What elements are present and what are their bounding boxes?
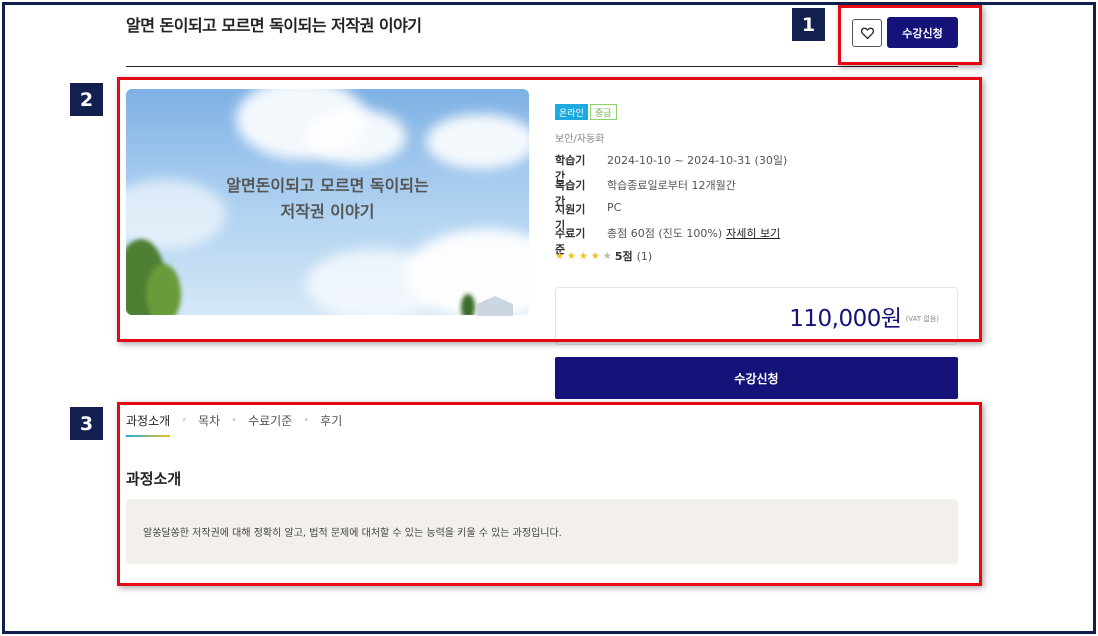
tab-separator: • xyxy=(303,415,310,426)
thumbnail-title-line-2: 저작권 이야기 xyxy=(280,202,375,221)
tag-level: 중급 xyxy=(590,104,617,120)
course-thumbnail: 알면돈이되고 모르면 독이되는 저작권 이야기 xyxy=(126,89,529,315)
star-empty-icon: ★ xyxy=(602,250,612,262)
price-box: 110,000원 (VAT 없음) xyxy=(555,287,958,345)
vat-note: (VAT 없음) xyxy=(905,315,939,323)
tab-intro[interactable]: 과정소개 xyxy=(126,412,170,429)
star-icon: ★ xyxy=(578,250,588,262)
tab-contents[interactable]: 목차 xyxy=(198,412,220,429)
apply-button-main[interactable]: 수강신청 xyxy=(555,357,958,399)
rating: ★ ★ ★ ★ ★ 5점 (1) xyxy=(555,248,652,264)
annotation-badge-2: 2 xyxy=(70,83,103,116)
course-category: 보안/자동화 xyxy=(555,134,605,145)
heart-icon xyxy=(860,27,874,39)
star-icon: ★ xyxy=(590,250,600,262)
tab-completion-criteria[interactable]: 수료기준 xyxy=(248,412,292,429)
annotation-badge-1: 1 xyxy=(792,8,825,41)
price: 110,000원 xyxy=(789,306,902,332)
rating-count: (1) xyxy=(636,249,653,263)
tag-online: 온라인 xyxy=(555,104,588,120)
description-text: 알쏭달쏭한 저작권에 대해 정확히 알고, 법적 문제에 대처할 수 있는 능력… xyxy=(143,528,562,539)
course-tabs: 과정소개 • 목차 • 수료기준 • 후기 xyxy=(126,412,342,429)
tab-separator: • xyxy=(231,415,238,426)
apply-button-header[interactable]: 수강신청 xyxy=(887,17,958,48)
page-title: 알면 돈이되고 모르면 독이되는 저작권 이야기 xyxy=(126,16,422,35)
tab-reviews[interactable]: 후기 xyxy=(320,412,342,429)
tab-separator: • xyxy=(181,415,188,426)
star-icon: ★ xyxy=(555,250,564,262)
annotation-badge-3: 3 xyxy=(70,407,103,440)
star-icon: ★ xyxy=(566,250,576,262)
course-description: 알쏭달쏭한 저작권에 대해 정확히 알고, 법적 문제에 대처할 수 있는 능력… xyxy=(126,499,958,564)
info-value: 학습종료일로부터 12개월간 xyxy=(607,179,736,192)
wishlist-button[interactable] xyxy=(852,19,882,47)
details-link[interactable]: 자세히 보기 xyxy=(726,225,780,257)
thumbnail-title-line-1: 알면돈이되고 모르면 독이되는 xyxy=(226,176,429,195)
active-tab-indicator xyxy=(126,435,170,437)
rating-score: 5점 xyxy=(614,250,633,263)
section-heading: 과정소개 xyxy=(126,470,182,488)
title-divider xyxy=(126,66,958,67)
